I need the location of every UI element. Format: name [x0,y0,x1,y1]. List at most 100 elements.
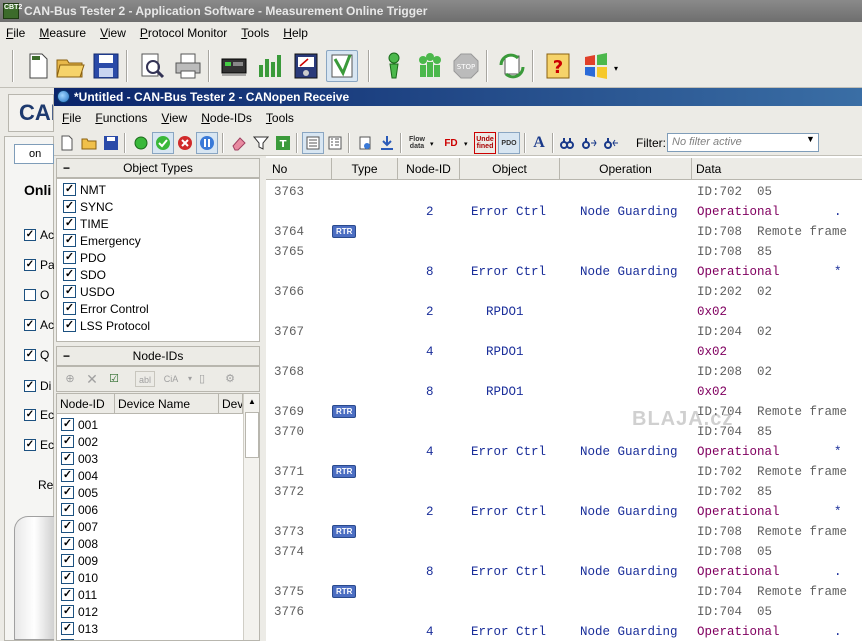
checkbox[interactable]: ✓ [63,285,76,298]
log-row[interactable]: 8 RPDO1 0x02 [266,382,862,402]
filter-input[interactable]: No filter active [667,133,819,152]
bar-chart-icon[interactable] [254,50,286,82]
log-row[interactable]: 8 Error Ctrl Node Guarding Operational * [266,262,862,282]
log-row[interactable]: 3775 RTR ID:704 Remote frame [266,582,862,602]
delete-icon[interactable]: ✕ [83,371,101,387]
background-checkbox[interactable]: ✓ [24,409,36,421]
menu-measure[interactable]: Measure [39,26,86,40]
chevron-down-icon[interactable]: ▼ [806,134,815,144]
column-header-data[interactable]: Data [692,158,862,180]
checkbox[interactable]: ✓ [61,418,74,431]
download-icon[interactable] [376,132,398,154]
chevron-down-icon[interactable]: ▾ [430,140,434,148]
menu-functions[interactable]: Functions [95,111,147,125]
background-checkbox[interactable]: ✓ [24,319,36,331]
printer-icon[interactable] [172,50,204,82]
menu-view[interactable]: View [100,26,126,40]
filter-icon[interactable] [250,132,272,154]
log-row[interactable]: 2 Error Ctrl Node Guarding Operational * [266,502,862,522]
eraser-icon[interactable] [228,132,250,154]
checkbox[interactable]: ✓ [61,537,74,550]
pdo-button[interactable]: PDO [498,132,520,154]
open-folder-icon[interactable] [54,50,86,82]
object-type-sync[interactable]: ✓ SYNC [63,198,113,215]
column-header-node-id[interactable]: Node-ID [57,394,115,414]
collapse-icon[interactable]: − [63,159,70,177]
trigger-icon[interactable]: T [272,132,294,154]
log-row[interactable]: 3765 ID:708 85 [266,242,862,262]
find-previous-icon[interactable] [600,132,622,154]
object-type-usdo[interactable]: ✓ USDO [63,283,115,300]
trigger-icon[interactable] [326,50,358,82]
chevron-down-icon[interactable]: ▾ [464,140,468,148]
menu-file[interactable]: File [6,26,25,40]
label-button[interactable]: abl [135,371,155,387]
node-row[interactable]: ✓ 008 [61,535,98,552]
checkbox[interactable]: ✓ [63,234,76,247]
node-row[interactable]: ✓ 013 [61,620,98,637]
node-row[interactable]: ✓ 010 [61,569,98,586]
checkbox[interactable]: ✓ [61,605,74,618]
log-row[interactable]: 3772 ID:702 85 [266,482,862,502]
node-row[interactable]: ✓ 012 [61,603,98,620]
log-row[interactable]: 4 RPDO1 0x02 [266,342,862,362]
log-row[interactable]: 3764 RTR ID:708 Remote frame [266,222,862,242]
column-header-type[interactable]: Type [332,158,398,180]
print-preview-icon[interactable] [136,50,168,82]
find-icon[interactable] [556,132,578,154]
checkbox[interactable]: ✓ [63,251,76,264]
background-combo[interactable]: on [14,144,54,164]
list-view-icon[interactable] [302,132,324,154]
detail-view-icon[interactable] [324,132,346,154]
font-icon[interactable]: A [528,132,550,154]
help-icon[interactable]: ? [542,50,574,82]
checkbox[interactable]: ✓ [63,200,76,213]
checkbox[interactable]: ✓ [61,554,74,567]
checkbox[interactable]: ✓ [63,268,76,281]
menu-tools[interactable]: Tools [241,26,269,40]
save-disk-icon[interactable] [100,132,122,154]
object-type-error-control[interactable]: ✓ Error Control [63,300,149,317]
chevron-down-icon[interactable]: ▾ [614,64,618,73]
checkbox[interactable]: ✓ [63,319,76,332]
save-disk-icon[interactable] [90,50,122,82]
menu-protocol-monitor[interactable]: Protocol Monitor [140,26,227,40]
log-row[interactable]: 3768 ID:208 02 [266,362,862,382]
network-nodes-icon[interactable] [414,50,446,82]
node-row[interactable]: ✓ 004 [61,467,98,484]
checkbox[interactable]: ✓ [61,452,74,465]
background-checkbox[interactable] [24,289,36,301]
stop-icon[interactable] [174,132,196,154]
check-icon[interactable] [152,132,174,154]
checkbox[interactable]: ✓ [61,469,74,482]
windows-logo-icon[interactable] [580,50,612,82]
log-row[interactable]: 4 Error Ctrl Node Guarding Operational * [266,442,862,462]
log-row[interactable]: 3770 ID:704 85 [266,422,862,442]
node-row[interactable]: ✓ 005 [61,484,98,501]
node-person-icon[interactable] [378,50,410,82]
background-checkbox[interactable]: ✓ [24,439,36,451]
node-ids-header[interactable]: − Node-IDs [56,346,260,366]
object-type-pdo[interactable]: ✓ PDO [63,249,106,266]
checkbox[interactable]: ✓ [61,520,74,533]
menu-help[interactable]: Help [283,26,308,40]
background-checkbox[interactable]: ✓ [24,349,36,361]
column-header-no[interactable]: No [266,158,332,180]
node-row[interactable]: ✓ 002 [61,433,98,450]
checkbox[interactable]: ✓ [61,588,74,601]
node-row[interactable]: ✓ 006 [61,501,98,518]
background-button[interactable]: Re [38,478,53,492]
background-knob[interactable] [14,516,54,640]
tools-icon[interactable]: ⚙ [221,371,239,387]
undefined-button[interactable]: Unde fined [474,132,496,154]
refresh-icon[interactable] [496,50,528,82]
collapse-icon[interactable]: − [63,347,70,365]
object-type-emergency[interactable]: ✓ Emergency [63,232,141,249]
new-document-icon[interactable] [22,50,54,82]
column-header-node-id[interactable]: Node-ID [398,158,460,180]
find-next-icon[interactable] [578,132,600,154]
log-row[interactable]: 3767 ID:204 02 [266,322,862,342]
checkbox[interactable]: ✓ [61,571,74,584]
column-header-operation[interactable]: Operation [560,158,692,180]
background-checkbox[interactable]: ✓ [24,259,36,271]
